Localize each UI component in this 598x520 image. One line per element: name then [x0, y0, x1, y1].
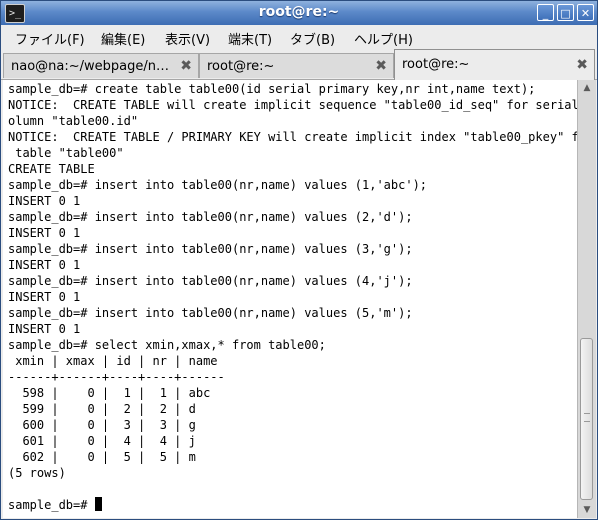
menu-bar: ファイル(F) 編集(E) 表示(V) 端末(T) タブ(B) ヘルプ(H)	[1, 25, 597, 49]
terminal-line: INSERT 0 1	[8, 258, 81, 272]
close-tab-icon[interactable]: ✖	[375, 58, 387, 74]
terminal-prompt: sample_db=#	[8, 498, 95, 512]
text-cursor	[94, 497, 102, 511]
terminal-line: sample_db=# insert into table00(nr,name)…	[8, 210, 413, 224]
terminal-line: table "table00"	[8, 146, 124, 160]
terminal-line: 602 | 0 | 5 | 5 | m	[8, 450, 196, 464]
terminal-line: 599 | 0 | 2 | 2 | d	[8, 402, 196, 416]
menu-help[interactable]: ヘルプ(H)	[354, 29, 413, 48]
menu-view[interactable]: 表示(V)	[165, 29, 210, 48]
vertical-scrollbar[interactable]: ▲ ▼	[577, 80, 596, 518]
terminal-line: ------+------+----+----+------	[8, 370, 225, 384]
window-title: root@re:~	[258, 4, 340, 20]
terminal-prompt-line[interactable]: sample_db=#	[8, 497, 102, 513]
terminal-line: 601 | 0 | 4 | 4 | j	[8, 434, 196, 448]
tab-nao-webpage[interactable]: nao@na:~/webpage/n… ✖	[3, 53, 199, 78]
terminal-line: NOTICE: CREATE TABLE will create implici…	[8, 98, 577, 112]
terminal-line: sample_db=# insert into table00(nr,name)…	[8, 306, 413, 320]
grip-icon	[584, 413, 590, 422]
scroll-down-icon[interactable]: ▼	[578, 502, 596, 518]
close-tab-icon[interactable]: ✖	[180, 58, 192, 74]
title-bar[interactable]: >_ root@re:~ _ □ ✕	[1, 1, 597, 25]
tab-root-re-1[interactable]: root@re:~ ✖	[199, 53, 394, 78]
menu-file[interactable]: ファイル(F)	[15, 29, 85, 48]
terminal-output[interactable]: sample_db=# create table table00(id seri…	[3, 80, 577, 518]
terminal-line: sample_db=# create table table00(id seri…	[8, 82, 536, 96]
menu-tabs[interactable]: タブ(B)	[290, 29, 335, 48]
terminal-line: xmin | xmax | id | nr | name	[8, 354, 218, 368]
terminal-line: INSERT 0 1	[8, 322, 81, 336]
tab-label: root@re:~	[207, 59, 275, 74]
close-tab-icon[interactable]: ✖	[576, 57, 588, 73]
terminal-line: INSERT 0 1	[8, 290, 81, 304]
menu-terminal[interactable]: 端末(T)	[228, 29, 272, 48]
terminal-line: INSERT 0 1	[8, 226, 81, 240]
terminal-line: sample_db=# insert into table00(nr,name)…	[8, 274, 413, 288]
close-window-button[interactable]: ✕	[577, 4, 594, 21]
terminal-line: 600 | 0 | 3 | 3 | g	[8, 418, 196, 432]
tab-label: nao@na:~/webpage/n…	[11, 59, 169, 74]
terminal-line: (5 rows)	[8, 466, 66, 480]
terminal-line: sample_db=# select xmin,xmax,* from tabl…	[8, 338, 326, 352]
terminal-line: sample_db=# insert into table00(nr,name)…	[8, 242, 413, 256]
tab-root-re-active[interactable]: root@re:~ ✖	[394, 49, 595, 80]
terminal-line: olumn "table00.id"	[8, 114, 139, 128]
terminal-window: >_ root@re:~ _ □ ✕ ファイル(F) 編集(E) 表示(V) 端…	[0, 0, 598, 520]
scrollbar-thumb[interactable]	[580, 338, 593, 500]
menu-edit[interactable]: 編集(E)	[101, 29, 145, 48]
terminal-line: INSERT 0 1	[8, 194, 81, 208]
terminal-line: CREATE TABLE	[8, 162, 95, 176]
tab-bar: nao@na:~/webpage/n… ✖ root@re:~ ✖ root@r…	[1, 49, 597, 80]
scroll-up-icon[interactable]: ▲	[578, 80, 596, 96]
tab-label: root@re:~	[402, 57, 470, 72]
minimize-button[interactable]: _	[537, 4, 554, 21]
terminal-line: NOTICE: CREATE TABLE / PRIMARY KEY will …	[8, 130, 577, 144]
terminal-line: sample_db=# insert into table00(nr,name)…	[8, 178, 428, 192]
terminal-line: 598 | 0 | 1 | 1 | abc	[8, 386, 211, 400]
maximize-button[interactable]: □	[557, 4, 574, 21]
